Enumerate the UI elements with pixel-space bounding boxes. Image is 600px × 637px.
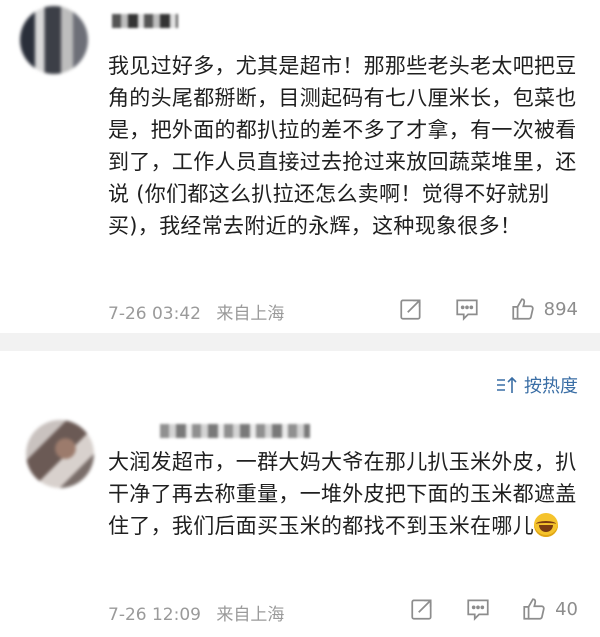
share-icon [411,599,432,620]
comment-location: 来自上海 [216,605,285,625]
comment-icon [467,599,489,621]
like-button[interactable]: 40 [521,596,578,622]
comment-meta: 7-26 03:42 来自上海 [108,299,284,324]
sort-icon [497,376,517,393]
username-blurred[interactable] [112,14,178,28]
comment-actions: 40 [379,596,578,622]
comment-location: 来自上海 [216,304,285,324]
comment-text: 大润发超市，一群大妈大爷在那儿扒玉米外皮，扒干净了再去称重量，一堆外皮把下面的玉… [108,446,580,542]
sort-button[interactable]: 按热度 [496,372,578,398]
sort-label: 按热度 [524,376,578,397]
avatar[interactable] [26,420,94,488]
like-count: 40 [555,598,578,620]
comment-date: 7-26 03:42 [108,304,201,324]
thumbs-up-icon [523,598,545,620]
share-button[interactable] [409,596,435,622]
like-count: 894 [543,298,578,320]
like-button[interactable]: 894 [510,296,578,322]
thumbs-up-icon [512,298,534,320]
comment-meta: 7-26 12:09 来自上海 [108,600,284,625]
comment-actions: 894 [368,296,578,322]
comment-item: 大润发超市，一群大妈大爷在那儿扒玉米外皮，扒干净了再去称重量，一堆外皮把下面的玉… [0,408,600,637]
share-button[interactable] [398,296,424,322]
share-icon [400,299,421,320]
reply-button[interactable] [465,596,491,622]
avatar[interactable] [20,6,88,74]
username-blurred[interactable] [160,424,310,438]
comment-text-body: 大润发超市，一群大妈大爷在那儿扒玉米外皮，扒干净了再去称重量，一堆外皮把下面的玉… [108,450,577,538]
section-divider [0,333,600,351]
reply-button[interactable] [454,296,480,322]
laughing-tears-emoji [534,513,558,537]
comment-item: 我见过好多，尤其是超市！那那些老头老太吧把豆角的头尾都掰断，目测起码有七八厘米长… [0,0,600,333]
comment-text: 我见过好多，尤其是超市！那那些老头老太吧把豆角的头尾都掰断，目测起码有七八厘米长… [108,54,577,238]
comment-date: 7-26 12:09 [108,605,201,625]
comment-icon [456,299,478,321]
